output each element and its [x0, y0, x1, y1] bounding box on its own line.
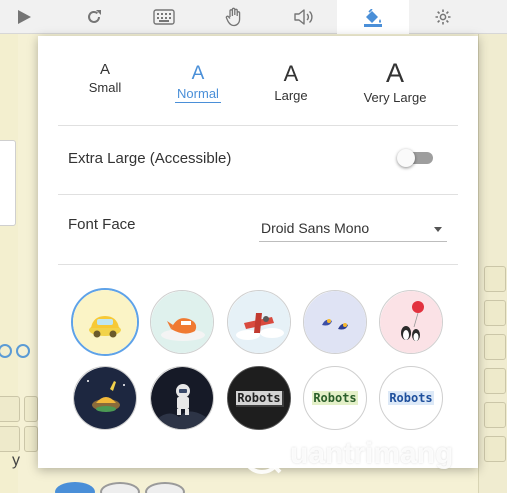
font-size-label: Small: [88, 80, 122, 95]
speaker-icon: [294, 9, 313, 25]
theme-settings-popup: A Small A Normal A Large A Very Large Ex…: [38, 36, 478, 468]
toggle-knob: [397, 149, 415, 167]
background-key: [484, 266, 506, 292]
watermark: uantrimang: [240, 426, 507, 482]
background-key: [484, 300, 506, 326]
font-size-glyph: A: [385, 58, 404, 88]
fox-icon: [151, 291, 213, 353]
font-size-label: Normal: [175, 86, 221, 103]
font-size-normal[interactable]: A Normal: [175, 64, 221, 103]
background-key: [0, 426, 20, 452]
background-key: [24, 396, 38, 422]
robots-green-label: Robots: [312, 391, 358, 405]
robots-blue-label-wrap: Robots: [380, 367, 442, 429]
theme-grid: Robots Robots Robots: [38, 286, 478, 436]
theme-robots-green[interactable]: Robots: [303, 366, 367, 430]
rotate-icon: [88, 10, 101, 23]
font-face-select[interactable]: Droid Sans Mono: [259, 214, 447, 242]
hand-button[interactable]: [210, 0, 258, 34]
birds-icon: [304, 291, 366, 353]
red-plane-icon: [228, 291, 290, 353]
robots-dark-label: Robots: [236, 391, 282, 405]
sound-button[interactable]: [280, 0, 328, 34]
chevron-down-icon: [434, 227, 442, 232]
workspace-circle: [16, 344, 30, 358]
theme-robots-dark[interactable]: Robots: [227, 366, 291, 430]
watermark-logo-icon: [242, 434, 282, 474]
font-size-glyph: A: [283, 61, 299, 86]
robots-green-label-wrap: Robots: [304, 367, 366, 429]
robots-blue-label: Robots: [388, 391, 434, 405]
divider: [58, 125, 458, 126]
extra-large-label: Extra Large (Accessible): [68, 150, 232, 167]
theme-button[interactable]: [337, 0, 409, 36]
font-size-large[interactable]: A Large: [272, 61, 310, 104]
theme-space-ship[interactable]: [73, 366, 137, 430]
theme-yellow-car[interactable]: [71, 288, 139, 356]
astronaut-icon: [151, 367, 213, 429]
background-key: [0, 396, 20, 422]
theme-fox[interactable]: [150, 290, 214, 354]
workspace-left-panel: [0, 140, 16, 226]
font-size-small[interactable]: A Small: [88, 62, 122, 95]
play-button[interactable]: [0, 0, 48, 34]
font-size-label: Large: [274, 88, 308, 103]
reset-button[interactable]: [70, 0, 118, 34]
background-key: [484, 368, 506, 394]
paint-bucket-icon: [364, 9, 382, 27]
font-size-options: A Small A Normal A Large A Very Large: [38, 36, 478, 124]
theme-birds[interactable]: [303, 290, 367, 354]
font-size-very-large[interactable]: A Very Large: [360, 58, 430, 106]
background-key: [24, 426, 38, 452]
keyboard-icon: [153, 9, 175, 25]
hand-icon: [225, 7, 241, 27]
toolbar: [0, 0, 507, 36]
theme-red-plane[interactable]: [227, 290, 291, 354]
background-key: [484, 402, 506, 428]
yellow-car-icon: [73, 290, 137, 354]
watermark-text: uantrimang: [290, 437, 454, 470]
settings-button[interactable]: [419, 0, 467, 34]
font-face-label: Font Face: [68, 216, 136, 233]
play-icon: [18, 10, 31, 24]
workspace-left-frame: [0, 34, 18, 493]
font-size-glyph: A: [191, 63, 205, 84]
keyboard-button[interactable]: [140, 0, 188, 34]
penguins-balloon-icon: [380, 291, 442, 353]
theme-astronaut[interactable]: [150, 366, 214, 430]
gear-icon: [435, 9, 451, 25]
divider: [58, 194, 458, 195]
background-key: [484, 334, 506, 360]
background-key-letter: y: [12, 452, 20, 469]
robots-dark-label-wrap: Robots: [228, 367, 290, 429]
theme-robots-blue[interactable]: Robots: [379, 366, 443, 430]
font-size-label: Very Large: [363, 90, 427, 105]
theme-penguins-balloon[interactable]: [379, 290, 443, 354]
font-face-value: Droid Sans Mono: [261, 220, 370, 236]
font-size-glyph: A: [99, 61, 110, 78]
divider: [58, 264, 458, 265]
extra-large-toggle[interactable]: [397, 149, 435, 167]
space-ship-icon: [74, 367, 136, 429]
